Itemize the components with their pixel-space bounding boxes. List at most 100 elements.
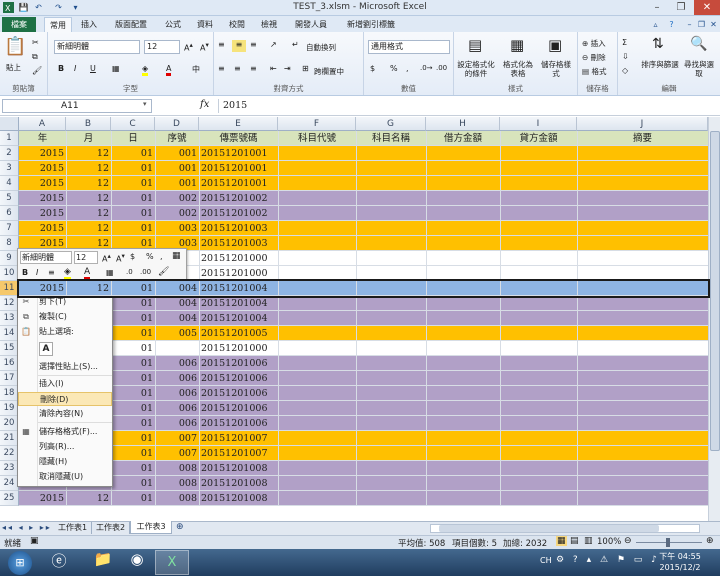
cell[interactable]: 01 — [111, 146, 155, 161]
cell[interactable]: 006 — [155, 356, 199, 371]
cell[interactable] — [426, 161, 500, 176]
table-row[interactable]: 01 005 20151201005 — [19, 326, 708, 341]
doc-restore-icon[interactable]: ❐ — [696, 19, 707, 30]
cell[interactable]: 01 — [111, 161, 155, 176]
select-all-corner[interactable] — [0, 117, 19, 131]
table-row[interactable]: 2015 12 01 001 20151201001 — [19, 176, 708, 191]
paste-button[interactable]: 貼上 — [6, 62, 21, 73]
find-select-button[interactable]: 尋找與選取 — [682, 60, 716, 78]
cell[interactable] — [426, 296, 500, 311]
cell[interactable]: 20151201005 — [199, 326, 278, 341]
cell[interactable]: 20151201002 — [199, 206, 278, 221]
cell[interactable]: 006 — [155, 386, 199, 401]
table-row[interactable]: 01 006 20151201006 — [19, 386, 708, 401]
table-row[interactable]: 2015 12 01 002 20151201002 — [19, 206, 708, 221]
cell[interactable] — [278, 206, 356, 221]
table-row[interactable]: 01 20151201000 — [19, 341, 708, 356]
cell[interactable] — [426, 281, 500, 296]
vertical-scrollbar[interactable] — [708, 117, 720, 521]
cell[interactable] — [356, 146, 426, 161]
cell[interactable] — [426, 251, 500, 266]
menu-item-row-height[interactable]: 列高(R)... — [18, 440, 112, 454]
table-row[interactable]: 2015 12 01 001 20151201001 — [19, 146, 708, 161]
table-row[interactable]: 2015120100820151201008 — [19, 491, 708, 506]
table-row[interactable]: 2015120100820151201008 — [19, 476, 708, 491]
cell[interactable] — [500, 206, 577, 221]
cell[interactable]: 12 — [66, 221, 111, 236]
cell[interactable] — [356, 356, 426, 371]
table-row[interactable]: 01 006 20151201006 — [19, 371, 708, 386]
cell[interactable] — [278, 191, 356, 206]
tab-insert[interactable]: 插入 — [76, 17, 102, 32]
mini-align-icon[interactable]: ≡ — [48, 268, 55, 277]
table-row[interactable]: 2015 12 01 004 20151201004 — [17, 279, 710, 298]
cell[interactable] — [356, 326, 426, 341]
cell[interactable]: 20151201002 — [199, 191, 278, 206]
tab-data[interactable]: 資料 — [192, 17, 218, 32]
cell[interactable]: 2015 — [19, 176, 66, 191]
cell[interactable] — [356, 191, 426, 206]
sort-filter-icon[interactable]: ⇅ — [652, 36, 664, 52]
align-bottom-icon[interactable]: ≡ — [250, 40, 257, 49]
cell[interactable] — [500, 251, 577, 266]
cell[interactable] — [577, 356, 708, 371]
cell[interactable] — [278, 266, 356, 281]
increase-decimal-icon[interactable]: .0→ — [420, 64, 433, 72]
row-header[interactable]: 7 — [0, 221, 19, 236]
menu-item-delete[interactable]: 刪除(D) — [18, 392, 112, 406]
cell[interactable] — [278, 236, 356, 251]
cell[interactable]: 01 — [111, 221, 155, 236]
name-box-dropdown-icon[interactable]: ▾ — [143, 100, 147, 108]
cell[interactable]: 006 — [155, 416, 199, 431]
excel-taskbar-icon[interactable]: X — [155, 550, 189, 575]
merge-center-button[interactable]: 跨欄置中 — [314, 66, 344, 77]
name-box[interactable]: A11 — [2, 99, 152, 113]
cell[interactable]: 12 — [66, 491, 111, 506]
menu-item-copy[interactable]: ⧉ 複製(C) — [18, 310, 112, 324]
cell[interactable] — [426, 206, 500, 221]
cell[interactable]: 20151201008 — [199, 476, 278, 491]
cell[interactable]: 006 — [155, 371, 199, 386]
cell[interactable] — [577, 326, 708, 341]
column-header-f[interactable]: F — [278, 117, 356, 131]
tab-home[interactable]: 常用 — [44, 17, 72, 32]
decrease-indent-icon[interactable]: ⇤ — [270, 64, 277, 73]
cell[interactable] — [500, 296, 577, 311]
increase-indent-icon[interactable]: ⇥ — [284, 64, 291, 73]
zoom-in-icon[interactable]: ⊕ — [706, 536, 714, 546]
cell[interactable]: 20151201006 — [199, 356, 278, 371]
tab-custom[interactable]: 新增劉引標籤 — [340, 17, 402, 32]
comma-icon[interactable]: , — [406, 64, 409, 73]
cell[interactable] — [577, 371, 708, 386]
cell[interactable] — [356, 281, 426, 296]
font-color-icon[interactable]: A — [166, 64, 172, 76]
column-title[interactable]: 序號 — [155, 131, 199, 146]
cell[interactable]: 008 — [155, 491, 199, 506]
format-painter-icon[interactable]: 🖌 — [32, 66, 42, 75]
cell[interactable] — [500, 281, 577, 296]
collapse-ribbon-icon[interactable]: ▵ — [650, 19, 661, 30]
row-header[interactable]: 5 — [0, 191, 19, 206]
clear-icon[interactable]: ◇ — [622, 66, 628, 75]
cell[interactable]: 12 — [66, 206, 111, 221]
sheet-nav-icon[interactable]: ◂◂ ◂ ▸ ▸▸ — [2, 523, 52, 532]
cell[interactable] — [500, 356, 577, 371]
start-button[interactable]: ⊞ — [8, 551, 32, 575]
mini-format-cells-icon[interactable]: ▦ — [172, 251, 181, 261]
cell[interactable]: 2015 — [19, 191, 66, 206]
cell[interactable] — [500, 176, 577, 191]
cell[interactable]: 20151201007 — [199, 431, 278, 446]
cell[interactable]: 20151201008 — [199, 461, 278, 476]
horizontal-scrollbar[interactable] — [430, 524, 700, 533]
cell[interactable] — [577, 491, 708, 506]
language-indicator[interactable]: CH — [540, 556, 552, 565]
phonetic-icon[interactable]: 中 — [192, 64, 200, 75]
cell[interactable] — [278, 371, 356, 386]
cell[interactable]: 01 — [111, 176, 155, 191]
zoom-slider-thumb[interactable] — [666, 538, 670, 547]
cell[interactable]: 007 — [155, 446, 199, 461]
cell[interactable] — [356, 371, 426, 386]
menu-item-paste-special[interactable]: 選擇性貼上(S)... — [18, 360, 112, 374]
row-header[interactable]: 3 — [0, 161, 19, 176]
cell[interactable] — [500, 311, 577, 326]
